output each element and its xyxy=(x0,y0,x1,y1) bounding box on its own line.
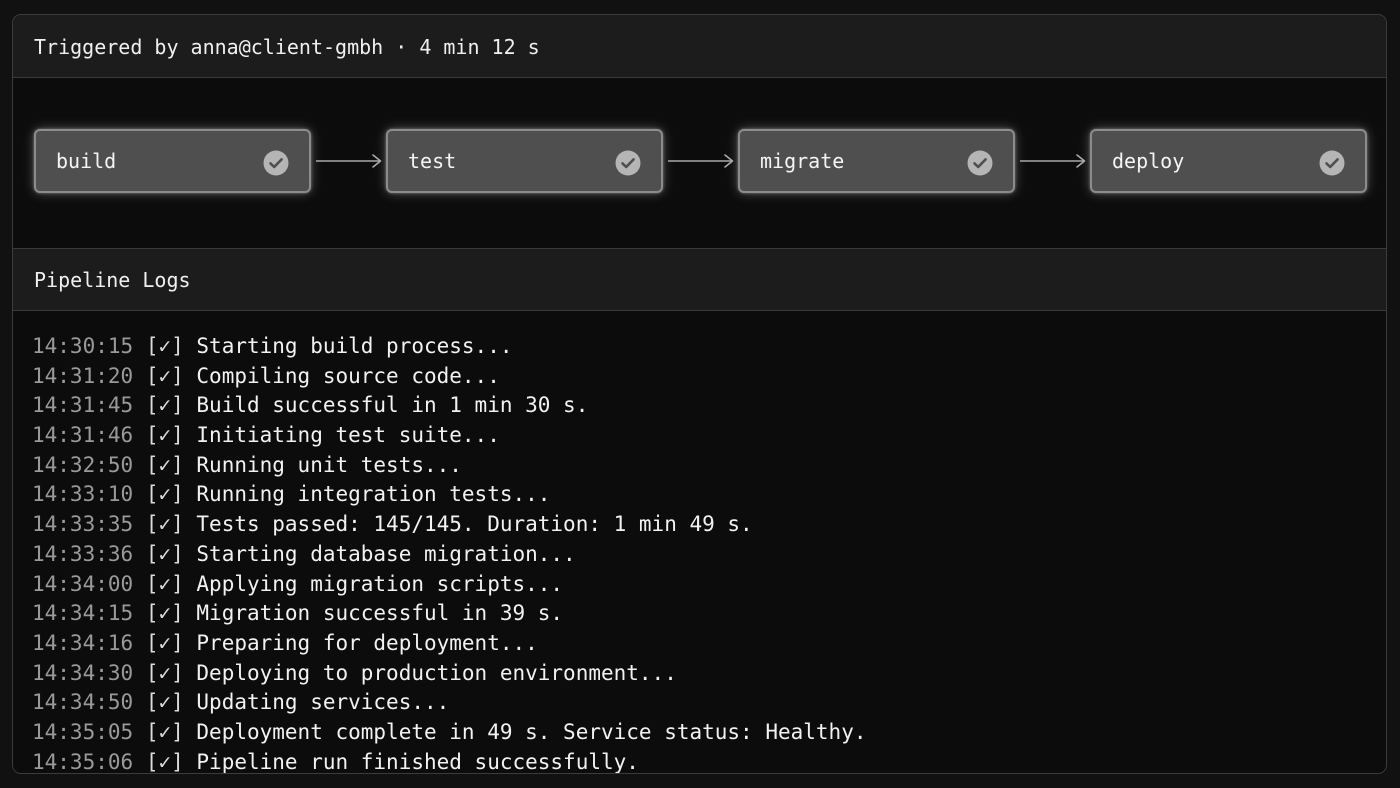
stage-test[interactable]: test xyxy=(386,129,663,193)
log-line: 14:34:15 [✓] Migration successful in 39 … xyxy=(32,599,867,629)
check-circle-icon xyxy=(1319,150,1345,176)
log-status-mark: [✓] xyxy=(145,660,184,685)
log-status-mark: [✓] xyxy=(145,363,184,388)
log-timestamp: 14:33:10 xyxy=(32,482,134,507)
log-line: 14:31:46 [✓] Initiating test suite... xyxy=(32,421,867,451)
log-status-mark: [✓] xyxy=(145,630,184,655)
arrow-right-icon xyxy=(1020,154,1086,168)
log-line: 14:35:06 [✓] Pipeline run finished succe… xyxy=(32,748,867,774)
log-timestamp: 14:35:06 xyxy=(32,749,134,774)
logs-header: Pipeline Logs xyxy=(13,249,1386,311)
log-status-mark: [✓] xyxy=(145,512,184,537)
arrow-right-icon xyxy=(316,154,382,168)
log-line: 14:33:35 [✓] Tests passed: 145/145. Dura… xyxy=(32,510,867,540)
stage-label: test xyxy=(408,149,457,173)
pipeline-stages: build test migrate deploy xyxy=(13,78,1386,249)
log-status-mark: [✓] xyxy=(145,452,184,477)
log-line: 14:35:05 [✓] Deployment complete in 49 s… xyxy=(32,718,867,748)
stage-deploy[interactable]: deploy xyxy=(1090,129,1367,193)
log-timestamp: 14:34:15 xyxy=(32,601,134,626)
log-line: 14:34:00 [✓] Applying migration scripts.… xyxy=(32,570,867,600)
log-timestamp: 14:34:30 xyxy=(32,660,134,685)
pipeline-run-panel: Triggered by anna@client-gmbh · 4 min 12… xyxy=(12,14,1387,774)
check-circle-icon xyxy=(263,150,289,176)
log-message: Updating services... xyxy=(196,690,450,715)
log-line: 14:31:20 [✓] Compiling source code... xyxy=(32,362,867,392)
trigger-info: Triggered by anna@client-gmbh · 4 min 12… xyxy=(34,35,540,59)
log-message: Compiling source code... xyxy=(196,363,500,388)
stage-label: build xyxy=(56,149,117,173)
log-status-mark: [✓] xyxy=(145,423,184,448)
log-message: Deployment complete in 49 s. Service sta… xyxy=(196,719,867,744)
log-timestamp: 14:31:45 xyxy=(32,393,134,418)
log-message: Migration successful in 39 s. xyxy=(196,601,564,626)
log-timestamp: 14:35:05 xyxy=(32,719,134,744)
log-message: Tests passed: 145/145. Duration: 1 min 4… xyxy=(196,512,753,537)
log-status-mark: [✓] xyxy=(145,334,184,358)
log-status-mark: [✓] xyxy=(145,541,184,566)
log-message: Starting build process... xyxy=(196,334,513,358)
log-status-mark: [✓] xyxy=(145,749,184,774)
log-timestamp: 14:31:46 xyxy=(32,423,134,448)
stage-migrate[interactable]: migrate xyxy=(738,129,1015,193)
log-line: 14:34:50 [✓] Updating services... xyxy=(32,688,867,718)
log-timestamp: 14:33:36 xyxy=(32,541,134,566)
log-timestamp: 14:34:16 xyxy=(32,630,134,655)
log-line: 14:33:10 [✓] Running integration tests..… xyxy=(32,480,867,510)
log-timestamp: 14:31:20 xyxy=(32,363,134,388)
stage-label: migrate xyxy=(760,149,845,173)
stage-build[interactable]: build xyxy=(34,129,311,193)
log-status-mark: [✓] xyxy=(145,690,184,715)
log-timestamp: 14:34:50 xyxy=(32,690,134,715)
check-circle-icon xyxy=(615,150,641,176)
log-message: Build successful in 1 min 30 s. xyxy=(196,393,589,418)
log-status-mark: [✓] xyxy=(145,482,184,507)
log-output[interactable]: 14:30:15 [✓] Starting build process... 1… xyxy=(13,311,1386,774)
run-header: Triggered by anna@client-gmbh · 4 min 12… xyxy=(13,15,1386,78)
log-message: Starting database migration... xyxy=(196,541,576,566)
log-line: 14:34:16 [✓] Preparing for deployment... xyxy=(32,629,867,659)
log-status-mark: [✓] xyxy=(145,719,184,744)
log-line: 14:31:45 [✓] Build successful in 1 min 3… xyxy=(32,391,867,421)
arrow-right-icon xyxy=(668,154,734,168)
log-message: Preparing for deployment... xyxy=(196,630,538,655)
logs-title: Pipeline Logs xyxy=(34,268,191,292)
log-status-mark: [✓] xyxy=(145,601,184,626)
log-timestamp: 14:32:50 xyxy=(32,452,134,477)
log-line: 14:32:50 [✓] Running unit tests... xyxy=(32,451,867,481)
check-circle-icon xyxy=(967,150,993,176)
log-message: Running unit tests... xyxy=(196,452,462,477)
log-message: Initiating test suite... xyxy=(196,423,500,448)
log-list: 14:30:15 [✓] Starting build process... 1… xyxy=(32,332,867,774)
log-message: Running integration tests... xyxy=(196,482,551,507)
log-line: 14:34:30 [✓] Deploying to production env… xyxy=(32,659,867,689)
log-line: 14:33:36 [✓] Starting database migration… xyxy=(32,540,867,570)
log-status-mark: [✓] xyxy=(145,571,184,596)
log-timestamp: 14:34:00 xyxy=(32,571,134,596)
log-message: Applying migration scripts... xyxy=(196,571,564,596)
log-line: 14:30:15 [✓] Starting build process... xyxy=(32,332,867,362)
log-message: Deploying to production environment... xyxy=(196,660,677,685)
log-message: Pipeline run finished successfully. xyxy=(196,749,639,774)
log-timestamp: 14:30:15 xyxy=(32,334,134,358)
log-timestamp: 14:33:35 xyxy=(32,512,134,537)
stage-label: deploy xyxy=(1112,149,1185,173)
log-status-mark: [✓] xyxy=(145,393,184,418)
